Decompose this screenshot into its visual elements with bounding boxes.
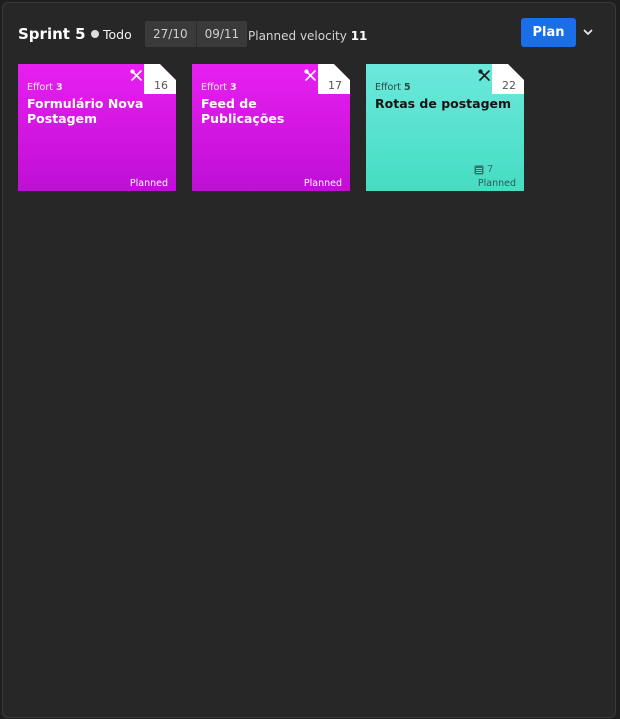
start-date[interactable]: 27/10 xyxy=(145,21,197,47)
card-number: 17 xyxy=(328,79,342,92)
card-status: Planned xyxy=(477,178,516,189)
card-title: Feed de Publicações xyxy=(201,96,285,126)
chevron-down-icon[interactable] xyxy=(581,25,595,39)
plan-button[interactable]: Plan xyxy=(521,18,576,47)
sprint-header: Sprint 5 Todo 27/10 09/11 Planned veloci… xyxy=(3,3,615,65)
subtasks-value: 7 xyxy=(487,164,494,175)
effort-label: Effort xyxy=(27,82,53,93)
velocity-label: Planned velocity xyxy=(248,29,347,43)
card-number: 22 xyxy=(502,79,516,92)
end-date[interactable]: 09/11 xyxy=(197,21,248,47)
story-card[interactable]: 16 Effort 3 Formulário Nova Postagem Pla… xyxy=(18,64,176,191)
effort-label: Effort xyxy=(201,82,227,93)
card-number: 16 xyxy=(154,79,168,92)
sprint-status-label: Todo xyxy=(103,27,132,42)
story-card[interactable]: 22 Effort 5 Rotas de postagem 7 Planned xyxy=(366,64,524,191)
planned-velocity: Planned velocity 11 xyxy=(248,28,367,44)
tools-icon xyxy=(478,69,490,81)
card-title: Rotas de postagem xyxy=(375,96,512,111)
sprint-panel: Sprint 5 Todo 27/10 09/11 Planned veloci… xyxy=(2,2,616,718)
sprint-title[interactable]: Sprint 5 xyxy=(18,25,86,43)
card-status: Planned xyxy=(129,178,168,189)
card-status: Planned xyxy=(303,178,342,189)
effort: Effort 5 xyxy=(375,82,411,94)
effort-value: 3 xyxy=(56,82,63,93)
checklist-icon xyxy=(474,165,484,175)
tools-icon xyxy=(130,69,142,81)
sprint-status[interactable]: Todo xyxy=(91,27,132,43)
story-card[interactable]: 17 Effort 3 Feed de Publicações Planned xyxy=(192,64,350,191)
date-range[interactable]: 27/10 09/11 xyxy=(145,21,248,47)
status-dot-icon xyxy=(91,30,99,38)
effort: Effort 3 xyxy=(27,82,63,94)
effort: Effort 3 xyxy=(201,82,237,94)
subtasks-count: 7 xyxy=(474,164,493,176)
effort-value: 5 xyxy=(404,82,411,93)
velocity-value: 11 xyxy=(350,29,368,43)
card-title: Formulário Nova Postagem xyxy=(27,96,144,126)
tools-icon xyxy=(304,69,316,81)
effort-value: 3 xyxy=(230,82,237,93)
effort-label: Effort xyxy=(375,82,401,93)
